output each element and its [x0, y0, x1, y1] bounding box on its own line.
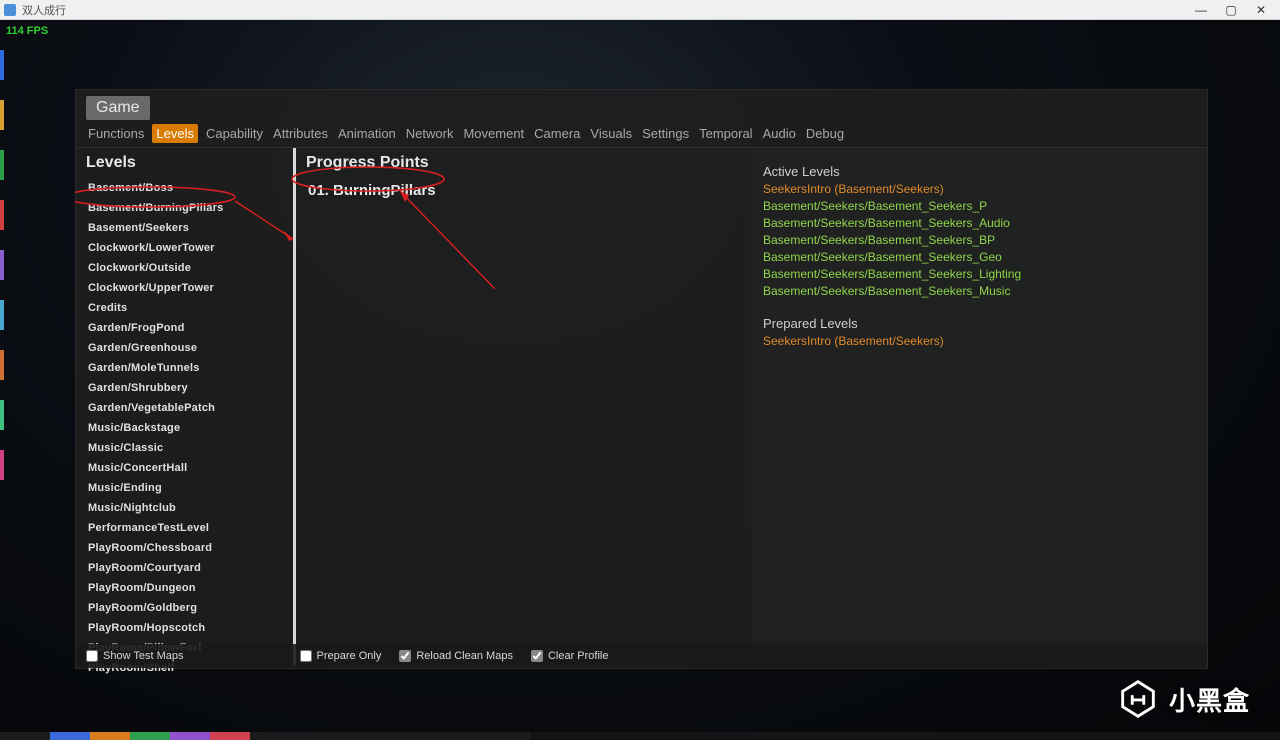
panel-footer: Show Test Maps Prepare Only Reload Clean…: [76, 644, 1207, 668]
level-item[interactable]: Garden/Greenhouse: [86, 338, 283, 358]
progress-column: Progress Points 01. BurningPillars: [296, 148, 751, 666]
menubar: Functions Levels Capability Attributes Anima…: [76, 120, 1207, 148]
level-item[interactable]: PlayRoom/Courtyard: [86, 558, 283, 578]
level-item[interactable]: Music/Classic: [86, 438, 283, 458]
level-item[interactable]: Clockwork/UpperTower: [86, 278, 283, 298]
level-item[interactable]: Music/Nightclub: [86, 498, 283, 518]
menu-item-temporal[interactable]: Temporal: [697, 124, 754, 143]
progress-title: Progress Points: [306, 154, 741, 172]
menu-item-attributes[interactable]: Attributes: [271, 124, 330, 143]
menu-item-debug[interactable]: Debug: [804, 124, 846, 143]
menu-item-settings[interactable]: Settings: [640, 124, 691, 143]
level-item[interactable]: Garden/VegetablePatch: [86, 398, 283, 418]
menu-item-visuals[interactable]: Visuals: [588, 124, 634, 143]
info-line: Basement/Seekers/Basement_Seekers_Geo: [763, 249, 1195, 266]
info-line: SeekersIntro (Basement/Seekers): [763, 333, 1195, 350]
prepare-only-checkbox[interactable]: Prepare Only: [300, 650, 382, 662]
level-item[interactable]: Music/Ending: [86, 478, 283, 498]
menu-item-network[interactable]: Network: [404, 124, 456, 143]
level-item[interactable]: Music/ConcertHall: [86, 458, 283, 478]
level-item[interactable]: Basement/Boss: [86, 178, 283, 198]
levels-column: Levels Basement/BossBasement/BurningPill…: [76, 148, 296, 666]
panel-header: Game: [76, 90, 1207, 120]
level-item[interactable]: Clockwork/Outside: [86, 258, 283, 278]
level-item[interactable]: Music/Backstage: [86, 418, 283, 438]
active-levels-list: SeekersIntro (Basement/Seekers)Basement/…: [763, 181, 1195, 300]
level-item[interactable]: Credits: [86, 298, 283, 318]
os-titlebar: 双人成行 — ▢ ✕: [0, 0, 1280, 20]
menu-item-animation[interactable]: Animation: [336, 124, 398, 143]
level-item[interactable]: PlayRoom/Hopscotch: [86, 618, 283, 638]
show-test-maps-checkbox[interactable]: Show Test Maps: [86, 650, 184, 662]
level-item[interactable]: PlayRoom/Dungeon: [86, 578, 283, 598]
menu-item-functions[interactable]: Functions: [86, 124, 146, 143]
game-mode-tab[interactable]: Game: [86, 96, 150, 120]
app-icon: [4, 4, 16, 16]
prepared-levels-list: SeekersIntro (Basement/Seekers): [763, 333, 1195, 350]
info-column: Active Levels SeekersIntro (Basement/See…: [751, 148, 1207, 666]
desktop-edge-icons: [0, 50, 4, 740]
info-line: Basement/Seekers/Basement_Seekers_P: [763, 198, 1195, 215]
watermark-text: 小黑盒: [1169, 681, 1250, 718]
level-item[interactable]: Basement/BurningPillars: [86, 198, 283, 218]
watermark: 小黑盒: [1115, 676, 1250, 722]
fps-counter: 114 FPS: [6, 25, 48, 37]
progress-point-item[interactable]: 01. BurningPillars: [306, 178, 741, 203]
level-item[interactable]: Basement/Seekers: [86, 218, 283, 238]
level-item[interactable]: Garden/FrogPond: [86, 318, 283, 338]
menu-item-levels[interactable]: Levels: [152, 124, 198, 143]
levels-list: Basement/BossBasement/BurningPillarsBase…: [86, 178, 283, 678]
info-line: Basement/Seekers/Basement_Seekers_Music: [763, 283, 1195, 300]
levels-title: Levels: [86, 154, 283, 172]
level-item[interactable]: PlayRoom/Goldberg: [86, 598, 283, 618]
level-item[interactable]: Garden/MoleTunnels: [86, 358, 283, 378]
menu-item-movement[interactable]: Movement: [461, 124, 526, 143]
window-title: 双人成行: [22, 2, 66, 18]
active-levels-title: Active Levels: [763, 164, 1195, 179]
progress-list: 01. BurningPillars: [306, 178, 741, 203]
info-line: Basement/Seekers/Basement_Seekers_Audio: [763, 215, 1195, 232]
level-item[interactable]: Garden/Shrubbery: [86, 378, 283, 398]
level-item[interactable]: PlayRoom/Chessboard: [86, 538, 283, 558]
close-button[interactable]: ✕: [1246, 0, 1276, 20]
menu-item-capability[interactable]: Capability: [204, 124, 265, 143]
minimize-button[interactable]: —: [1186, 0, 1216, 20]
prepared-levels-title: Prepared Levels: [763, 316, 1195, 331]
level-item[interactable]: Clockwork/LowerTower: [86, 238, 283, 258]
heybox-logo-icon: [1115, 676, 1161, 722]
clear-profile-checkbox[interactable]: Clear Profile: [531, 650, 609, 662]
game-viewport: 114 FPS Game Functions Levels Capability At…: [0, 20, 1280, 740]
debug-panel: Game Functions Levels Capability Attributes…: [75, 89, 1208, 669]
info-line: Basement/Seekers/Basement_Seekers_Lighti…: [763, 266, 1195, 283]
menu-item-audio[interactable]: Audio: [761, 124, 798, 143]
maximize-button[interactable]: ▢: [1216, 0, 1246, 20]
os-taskbar-fragment: [0, 732, 1280, 740]
info-line: Basement/Seekers/Basement_Seekers_BP: [763, 232, 1195, 249]
menu-item-camera[interactable]: Camera: [532, 124, 582, 143]
info-line: SeekersIntro (Basement/Seekers): [763, 181, 1195, 198]
reload-clean-checkbox[interactable]: Reload Clean Maps: [399, 650, 513, 662]
level-item[interactable]: PerformanceTestLevel: [86, 518, 283, 538]
